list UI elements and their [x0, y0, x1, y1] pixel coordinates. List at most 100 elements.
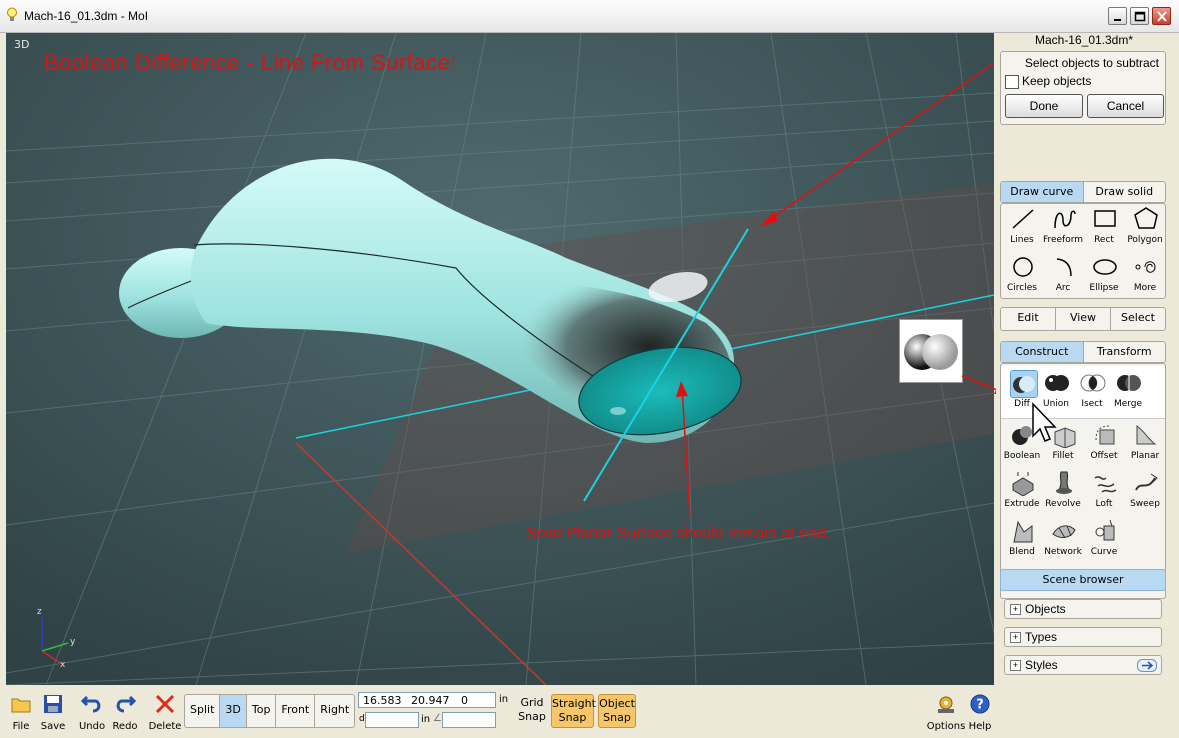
undo-button[interactable]: Undo [77, 690, 107, 734]
tool-extrude[interactable]: Extrude [1001, 468, 1043, 516]
straight-snap-button[interactable]: Straight Snap [551, 694, 596, 728]
tool-blend[interactable]: Blend [1001, 516, 1043, 564]
minimize-icon [1114, 19, 1121, 21]
tab-edit[interactable]: Edit [1001, 308, 1056, 330]
title-bar: Mach-16_01.3dm - MoI [0, 0, 1179, 33]
scene-item-objects-label: Objects [1025, 602, 1066, 616]
loft-icon [1094, 476, 1117, 493]
object-snap-button[interactable]: Object Snap [598, 694, 636, 728]
coordinate-input[interactable]: 16.583 20.947 0 [358, 692, 496, 708]
axis-x-label: x [60, 660, 66, 670]
network-icon [1052, 525, 1076, 539]
keep-objects-checkbox[interactable] [1005, 75, 1019, 89]
boolean-union-icon [1045, 375, 1069, 391]
blend-icon [1013, 520, 1033, 543]
scene-item-styles-label: Styles [1025, 658, 1058, 672]
tab-draw-curve[interactable]: Draw curve [1001, 182, 1084, 202]
delete-button[interactable]: Delete [148, 690, 182, 734]
grid-snap-button[interactable]: Grid Snap [516, 696, 548, 724]
done-button[interactable]: Done [1005, 94, 1083, 118]
tool-sweep[interactable]: Sweep [1124, 468, 1166, 516]
help-label: Help [968, 721, 992, 732]
tool-merge[interactable]: Merge [1107, 368, 1149, 416]
scene-item-types-label: Types [1025, 630, 1058, 644]
distance-input[interactable] [365, 712, 419, 728]
planar-icon [1136, 424, 1157, 445]
options-button[interactable]: Options [926, 690, 966, 734]
tool-curve[interactable]: Curve [1083, 516, 1125, 564]
save-button[interactable]: Save [38, 690, 68, 734]
tool-polygon-label: Polygon [1127, 235, 1163, 245]
tool-circles[interactable]: Circles [1001, 252, 1043, 300]
view-split[interactable]: Split [185, 695, 221, 727]
delete-icon [155, 694, 175, 714]
annotation-note: Solid Planar Surface should remain at en… [526, 525, 831, 542]
coord-x: 16.583 [363, 694, 402, 707]
tool-arc[interactable]: Arc [1042, 252, 1084, 300]
tool-rect[interactable]: Rect [1083, 204, 1125, 252]
options-icon [938, 696, 954, 713]
tool-offset[interactable]: Offset [1083, 420, 1125, 468]
tab-view[interactable]: View [1056, 308, 1111, 330]
coord-y: 20.947 [411, 694, 450, 707]
save-icon [44, 695, 62, 713]
tool-curve-label: Curve [1090, 547, 1118, 557]
tab-transform[interactable]: Transform [1084, 342, 1166, 362]
tool-loft[interactable]: Loft [1083, 468, 1125, 516]
circle-icon [1013, 257, 1033, 277]
lightbulb-icon [7, 7, 17, 21]
cancel-button[interactable]: Cancel [1087, 94, 1164, 118]
view-top[interactable]: Top [247, 695, 277, 727]
redo-icon [116, 695, 136, 713]
svg-text:?: ? [976, 698, 984, 713]
offset-icon [1095, 425, 1115, 445]
view-right[interactable]: Right [315, 695, 354, 727]
close-icon [1157, 11, 1167, 22]
tool-planar-label: Planar [1130, 451, 1160, 461]
tab-construct[interactable]: Construct [1001, 342, 1084, 362]
tab-draw-solid[interactable]: Draw solid [1084, 182, 1166, 202]
file-label: File [12, 721, 30, 732]
construct-tools-box: Diff Union Isect Merge Boolean Fillet Of… [1000, 363, 1166, 599]
arrow-right-icon[interactable] [1137, 659, 1157, 672]
tool-lines[interactable]: Lines [1001, 204, 1043, 252]
delete-label: Delete [148, 721, 182, 732]
scene-item-types[interactable]: + Types [1004, 627, 1162, 647]
distance-prefix: d [359, 714, 365, 724]
axis-z-label: z [37, 607, 42, 617]
distance-unit: in [421, 714, 431, 725]
minimize-button[interactable] [1108, 7, 1127, 25]
close-button[interactable] [1152, 7, 1171, 25]
axis-y-label: y [70, 637, 76, 647]
maximize-button[interactable] [1130, 7, 1149, 25]
edit-tabs: Edit View Select [1000, 307, 1166, 331]
boolean-difference-preview [899, 319, 963, 383]
scene-browser-header[interactable]: Scene browser [1000, 569, 1166, 591]
help-button[interactable]: ? Help [966, 690, 994, 734]
spiral-icon [1135, 261, 1156, 273]
tool-freeform[interactable]: Freeform [1042, 204, 1084, 252]
view-3d[interactable]: 3D [220, 695, 247, 727]
tool-planar[interactable]: Planar [1124, 420, 1166, 468]
3d-viewport[interactable]: 3D Boolean Difference - Line From Surfac… [6, 33, 994, 685]
expand-icon: + [1010, 632, 1021, 643]
view-front[interactable]: Front [276, 695, 316, 727]
redo-button[interactable]: Redo [110, 690, 140, 734]
window-title: Mach-16_01.3dm - MoI [24, 9, 149, 23]
tool-ellipse[interactable]: Ellipse [1083, 252, 1125, 300]
undo-icon [81, 695, 101, 713]
tool-more[interactable]: More [1124, 252, 1166, 300]
scene-item-styles[interactable]: + Styles [1004, 655, 1162, 675]
coord-z: 0 [461, 694, 468, 707]
coord-unit: in [499, 694, 509, 705]
angle-input[interactable] [442, 712, 496, 728]
tool-polygon[interactable]: Polygon [1124, 204, 1166, 252]
file-button[interactable]: File [6, 690, 36, 734]
lines-icon [1012, 209, 1034, 229]
tool-network[interactable]: Network [1042, 516, 1084, 564]
tab-select[interactable]: Select [1111, 308, 1165, 330]
scene-item-objects[interactable]: + Objects [1004, 599, 1162, 619]
save-label: Save [40, 721, 66, 732]
tool-revolve[interactable]: Revolve [1042, 468, 1084, 516]
ellipse-icon [1093, 259, 1117, 275]
